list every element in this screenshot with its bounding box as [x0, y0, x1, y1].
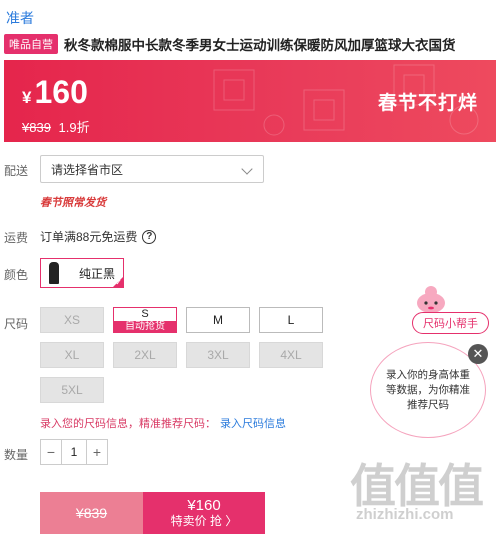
watermark-url: zhizhizhi.com: [356, 506, 454, 523]
buy-bar: ¥839 ¥160 特卖价 抢 〉: [40, 492, 265, 534]
size-helper-button[interactable]: 尺码小帮手: [412, 312, 489, 334]
size-tip: 录入您的尺码信息，精准推荐尺码： 录入尺码信息: [40, 415, 286, 431]
freight-info: 订单满88元免运费 ?: [40, 228, 157, 245]
auto-grab-badge: 自动抢货: [114, 321, 176, 332]
quantity-label: 数量: [4, 448, 29, 462]
coat-thumbnail: [43, 260, 65, 286]
quantity-stepper: − 1 +: [40, 439, 108, 465]
size-option-m[interactable]: M: [186, 307, 250, 333]
festival-promo: 春节不打烊: [377, 93, 478, 114]
enter-size-link[interactable]: 录入尺码信息: [220, 418, 286, 430]
size-option-xs: XS: [40, 307, 104, 333]
check-icon: ✓: [115, 278, 122, 287]
shipping-label: 配送: [4, 164, 29, 178]
product-title: 秋冬款棉服中长款冬季男女士运动训练保暖防风加厚篮球大衣国货: [64, 38, 456, 53]
original-price: ¥839: [22, 120, 51, 135]
size-option-4xl: 4XL: [259, 342, 323, 368]
buy-now-label: 特卖价 抢 〉: [170, 514, 238, 528]
watermark: 值值值 zhizhizhi.com: [350, 450, 500, 534]
size-helper-widget: 尺码小帮手 录入你的身高体重等数据，为你精准推荐尺码 ✕: [370, 284, 489, 440]
festival-shipping-note: 春节照常发货: [40, 197, 106, 209]
brand-name[interactable]: 准者: [6, 8, 34, 28]
size-option-s[interactable]: S 自动抢货: [113, 307, 177, 333]
self-operated-tag: 唯品自营: [4, 34, 58, 54]
quantity-value[interactable]: 1: [61, 440, 87, 464]
color-option-black[interactable]: 纯正黑 ✓: [40, 258, 124, 288]
currency-symbol: ¥: [22, 88, 32, 107]
color-label: 颜色: [4, 268, 29, 282]
original-price-button[interactable]: ¥839: [40, 492, 143, 534]
color-option-label: 纯正黑: [79, 266, 116, 281]
price-value: 160: [34, 74, 88, 110]
quantity-plus-button[interactable]: +: [87, 440, 107, 464]
mascot-icon: [417, 286, 445, 313]
region-select[interactable]: 请选择省市区: [40, 155, 264, 183]
size-tip-text: 录入您的尺码信息，精准推荐尺码：: [40, 418, 216, 430]
price-sub: ¥839 1.9折: [22, 117, 90, 136]
size-label: 尺码: [4, 317, 29, 331]
size-option-5xl: 5XL: [40, 377, 104, 403]
product-title-row: 唯品自营 秋冬款棉服中长款冬季男女士运动训练保暖防风加厚篮球大衣国货: [4, 34, 496, 54]
chevron-down-icon: [241, 163, 253, 175]
region-select-value: 请选择省市区: [51, 162, 124, 177]
size-option-3xl: 3XL: [186, 342, 250, 368]
help-icon[interactable]: ?: [142, 229, 157, 244]
current-price: ¥ 160: [22, 74, 88, 111]
buy-now-price: ¥160: [187, 497, 221, 514]
price-banner: ¥ 160 ¥839 1.9折 春节不打烊: [4, 60, 496, 142]
size-option-xl: XL: [40, 342, 104, 368]
size-option-2xl: 2XL: [113, 342, 177, 368]
size-option-l[interactable]: L: [259, 307, 323, 333]
close-icon[interactable]: ✕: [468, 344, 488, 364]
buy-now-button[interactable]: ¥160 特卖价 抢 〉: [143, 492, 265, 534]
freight-text: 订单满88元免运费: [40, 230, 138, 244]
freight-label: 运费: [4, 231, 29, 245]
discount-rate: 1.9折: [58, 120, 90, 135]
quantity-minus-button[interactable]: −: [41, 440, 61, 464]
size-option-s-label: S: [141, 308, 149, 320]
